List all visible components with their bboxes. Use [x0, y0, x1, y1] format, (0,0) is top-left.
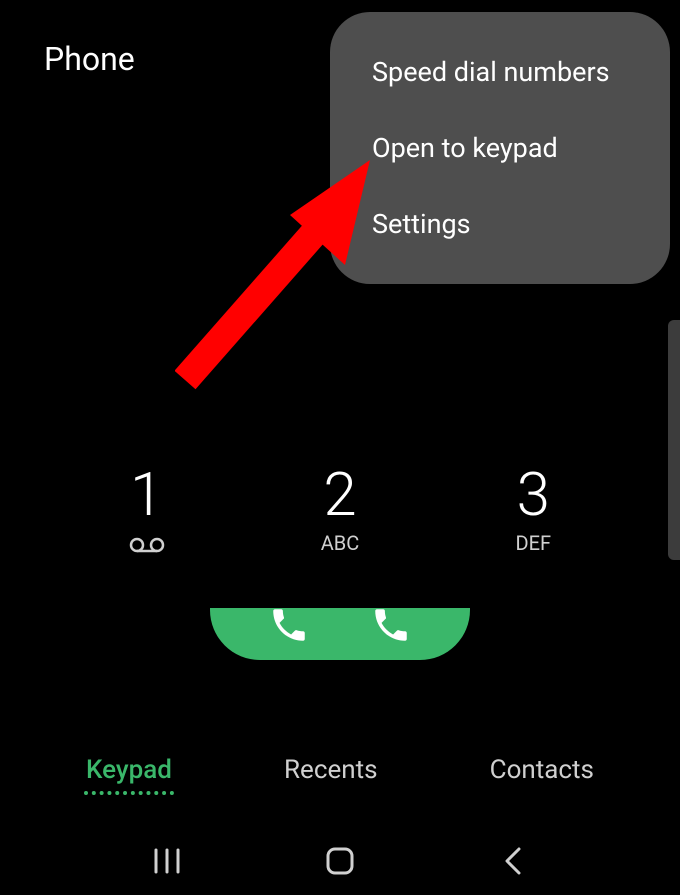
key-1[interactable]: 1 — [87, 465, 207, 557]
phone-icon — [268, 604, 310, 646]
nav-recents-button[interactable] — [147, 841, 187, 881]
system-nav-bar — [0, 841, 680, 881]
bottom-tabs: Keypad Recents Contacts — [0, 749, 680, 795]
tab-keypad[interactable]: Keypad — [84, 749, 174, 795]
voicemail-icon — [129, 537, 165, 557]
recents-icon — [153, 848, 181, 874]
menu-item-speed-dial[interactable]: Speed dial numbers — [330, 34, 670, 110]
nav-back-button[interactable] — [493, 841, 533, 881]
back-icon — [503, 846, 523, 876]
key-letters: ABC — [321, 531, 360, 555]
key-number: 1 — [130, 465, 163, 525]
key-letters: DEF — [516, 531, 552, 555]
home-icon — [324, 845, 356, 877]
nav-home-button[interactable] — [320, 841, 360, 881]
keypad-row: 1 2 ABC 3 DEF — [0, 465, 680, 557]
tab-recents[interactable]: Recents — [282, 749, 380, 795]
menu-item-settings[interactable]: Settings — [330, 186, 670, 262]
torn-edge-decoration — [0, 572, 680, 608]
key-3[interactable]: 3 DEF — [473, 465, 593, 557]
key-number: 3 — [517, 465, 550, 525]
tab-contacts[interactable]: Contacts — [488, 749, 596, 795]
key-2[interactable]: 2 ABC — [280, 465, 400, 557]
overflow-menu: Speed dial numbers Open to keypad Settin… — [330, 12, 670, 284]
phone-icon — [370, 604, 412, 646]
key-number: 2 — [323, 465, 356, 525]
menu-item-open-keypad[interactable]: Open to keypad — [330, 110, 670, 186]
